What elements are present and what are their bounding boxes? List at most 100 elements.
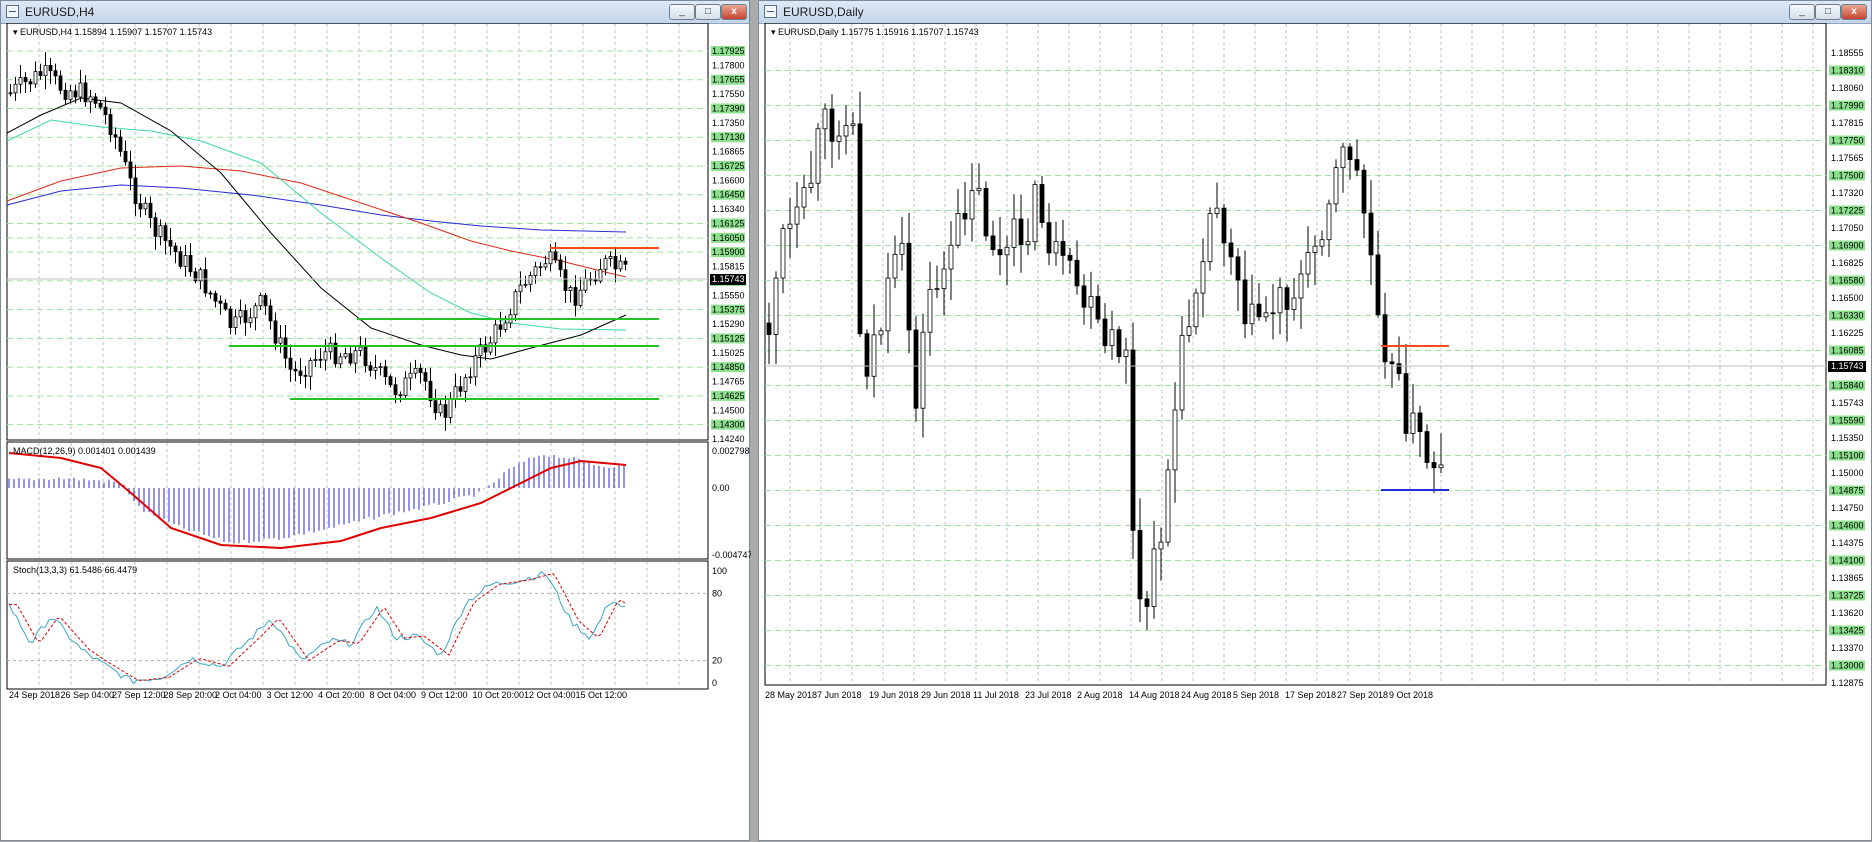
daily-chart-canvas[interactable]: 1.18555 1.18310 1.18060 1.17990 1.17815 1.177…	[759, 23, 1872, 842]
price-tick-label: 1.17990	[1831, 101, 1864, 111]
maximize-button[interactable]: □	[695, 4, 721, 20]
candle-body	[843, 125, 849, 137]
price-tick-label: 1.13425	[1831, 626, 1864, 636]
daily-chart-window[interactable]: EURUSD,Daily _ □ x 1.18555 1.18310 1.18060…	[758, 0, 1872, 841]
candle-body	[553, 251, 558, 261]
candle-body	[53, 70, 58, 77]
time-tick-label: 17 Sep 2018	[1285, 690, 1336, 700]
candle-body	[83, 82, 88, 103]
candle-body	[8, 92, 13, 95]
candle-body	[618, 260, 623, 270]
daily-window-titlebar[interactable]: EURUSD,Daily _ □ x	[759, 1, 1871, 24]
candle-body	[1109, 329, 1115, 347]
candle-body	[148, 202, 153, 219]
candle-body	[433, 400, 438, 414]
candle-body	[158, 225, 163, 237]
candle-body	[836, 135, 842, 142]
candle-body	[13, 83, 18, 94]
minimize-button[interactable]: _	[669, 4, 695, 20]
price-tick-label: 1.14375	[1831, 538, 1864, 548]
time-tick-label: 19 Jun 2018	[869, 690, 919, 700]
candle-body	[408, 372, 413, 379]
minimize-button[interactable]: _	[1789, 4, 1815, 20]
maximize-button[interactable]: □	[1815, 4, 1841, 20]
candle-body	[173, 245, 178, 253]
candle-body	[98, 102, 103, 108]
price-tick-label: 1.16085	[1831, 346, 1864, 356]
candle-body	[463, 377, 468, 392]
candle-body	[283, 337, 288, 359]
candle-body	[1417, 412, 1423, 432]
candle-body	[1410, 412, 1416, 434]
time-tick-label: 28 Sep 20:00	[164, 690, 218, 700]
candle-body	[243, 310, 248, 323]
candle-body	[1333, 167, 1339, 205]
close-button[interactable]: x	[1841, 4, 1867, 20]
daily-window-title: EURUSD,Daily	[783, 5, 864, 19]
candle-body	[103, 106, 108, 115]
candle-body	[428, 380, 433, 402]
candle-body	[213, 293, 218, 302]
candle-body	[1039, 184, 1045, 224]
candle-body	[1270, 312, 1276, 315]
candle-body	[373, 367, 378, 371]
candle-body	[133, 177, 138, 204]
candle-body	[348, 353, 353, 364]
price-tick-label: 1.13370	[1831, 643, 1864, 653]
price-tick-label: 1.13725	[1831, 591, 1864, 601]
price-tick-label: 1.17550	[712, 89, 745, 99]
price-tick-label: 1.15025	[712, 348, 745, 358]
current-price-label: 1.15743	[712, 274, 745, 284]
h4-chart-canvas[interactable]: 1.17925 1.17800 1.17655 1.17550 1.17390 1.173…	[1, 23, 751, 842]
price-tick-label: 1.15375	[712, 305, 745, 315]
candle-body	[969, 190, 975, 220]
price-tick-label: 1.16900	[1831, 241, 1864, 251]
price-tick-label: 1.16580	[1831, 276, 1864, 286]
candle-body	[123, 150, 128, 163]
time-tick-label: 7 Jun 2018	[817, 690, 862, 700]
candle-body	[1081, 285, 1087, 308]
candle-body	[313, 358, 318, 361]
candle-body	[38, 71, 43, 76]
price-tick-label: 1.14500	[712, 405, 745, 415]
candle-body	[801, 187, 807, 208]
price-tick-label: 1.16330	[1831, 311, 1864, 321]
candle-body	[578, 289, 583, 306]
candle-body	[458, 386, 463, 392]
candle-body	[143, 202, 148, 210]
candle-body	[303, 375, 308, 377]
h4-chart-window[interactable]: EURUSD,H4 _ □ x 1.17925 1.17800 1.17655 1.1…	[0, 0, 751, 842]
candle-body	[613, 256, 618, 270]
candle-body	[1207, 213, 1213, 263]
price-tick-label: 1.15590	[1831, 416, 1864, 426]
candle-body	[920, 331, 926, 409]
candle-body	[413, 367, 418, 374]
candle-body	[1193, 292, 1199, 328]
candle-body	[583, 278, 588, 291]
moving-average-aqua	[6, 119, 627, 331]
candle-body	[990, 235, 996, 250]
price-tick-label: 1.16450	[712, 190, 745, 200]
time-tick-label: 2 Oct 04:00	[215, 690, 262, 700]
candle-body	[1256, 303, 1262, 318]
time-tick-label: 27 Sep 12:00	[112, 690, 166, 700]
price-tick-label: 1.15350	[1831, 433, 1864, 443]
price-tick-label: 1.17350	[712, 118, 745, 128]
price-tick-label: 1.13000	[1831, 661, 1864, 671]
candle-body	[822, 108, 828, 130]
candle-body	[1200, 261, 1206, 294]
candle-body	[1389, 361, 1395, 365]
time-tick-label: 10 Oct 20:00	[473, 690, 525, 700]
candle-body	[563, 269, 568, 291]
price-tick-label: 1.14100	[1831, 556, 1864, 566]
candle-body	[163, 225, 168, 241]
price-tick-label: 1.16865	[712, 147, 745, 157]
candle-body	[93, 96, 98, 104]
moving-average-red	[6, 165, 627, 278]
candle-body	[815, 128, 821, 184]
close-button[interactable]: x	[721, 4, 747, 20]
candle-body	[864, 333, 870, 377]
candle-body	[253, 305, 258, 319]
candle-body	[1396, 363, 1402, 375]
h4-window-titlebar[interactable]: EURUSD,H4 _ □ x	[1, 1, 749, 24]
